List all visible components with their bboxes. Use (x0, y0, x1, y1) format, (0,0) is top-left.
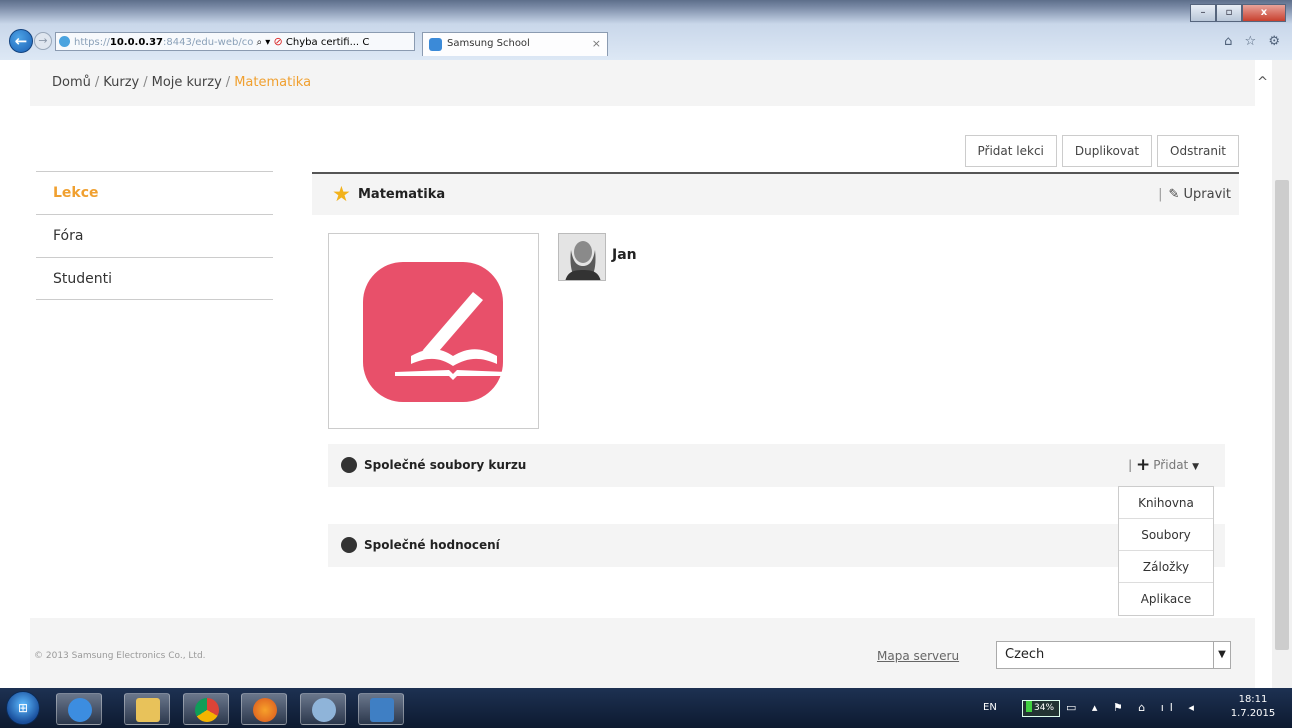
page-scrollbar[interactable] (1272, 60, 1292, 688)
shared-evaluation-title: Společné hodnocení (364, 538, 500, 552)
maximize-button[interactable]: ▫ (1216, 4, 1242, 22)
menu-item-bookmarks[interactable]: Záložky (1119, 551, 1213, 583)
edit-label: Upravit (1183, 187, 1231, 202)
menu-item-apps[interactable]: Aplikace (1119, 583, 1213, 615)
breadcrumb: Domů / Kurzy / Moje kurzy / Matematika (30, 60, 1255, 106)
course-sidebar: Lekce Fóra Studenti (36, 171, 273, 300)
shared-files-title: Společné soubory kurzu (364, 458, 527, 472)
breadcrumb-separator: / (143, 75, 148, 90)
taskbar-firefox[interactable] (241, 693, 287, 725)
breadcrumb-my-courses[interactable]: Moje kurzy (152, 75, 222, 90)
address-host: 10.0.0.37 (109, 37, 164, 48)
chrome-icon (195, 698, 219, 722)
chevron-down-icon[interactable]: ▼ (1213, 642, 1230, 668)
forward-arrow-icon[interactable]: → (34, 32, 52, 50)
certificate-error-label[interactable]: Chyba certifi... (286, 37, 359, 48)
delete-button[interactable]: Odstranit (1157, 135, 1239, 167)
scrollbar-thumb[interactable] (1275, 180, 1289, 650)
page-footer: © 2013 Samsung Electronics Co., Ltd. Map… (30, 618, 1255, 688)
sidebar-item-lessons[interactable]: Lekce (36, 171, 273, 214)
certificate-error-icon[interactable]: ⊘ (274, 35, 283, 48)
start-button[interactable]: ⊞ (6, 691, 40, 725)
system-tray-icons[interactable]: ▭ ▴ ⚑ ⌂ ıl ◂ (1066, 688, 1200, 728)
browser-tab[interactable]: Samsung School × (422, 32, 608, 56)
internet-explorer-icon (68, 698, 92, 722)
clock-time: 18:11 (1238, 694, 1268, 705)
language-value: Czech (1005, 647, 1045, 662)
tab-favicon-icon (429, 38, 442, 51)
search-icon[interactable]: ⌕ ▾ (257, 37, 271, 48)
duplicate-button[interactable]: Duplikovat (1061, 135, 1153, 167)
close-window-button[interactable]: x (1242, 4, 1286, 22)
star-icon[interactable]: ★ (332, 183, 354, 205)
menu-item-files[interactable]: Soubory (1119, 519, 1213, 551)
taskbar-internet-explorer[interactable] (56, 693, 102, 725)
sidebar-item-students[interactable]: Studenti (36, 257, 273, 300)
course-image (328, 233, 539, 429)
add-menu: Knihovna Soubory Záložky Aplikace (1118, 486, 1214, 616)
browser-toolbar: ← → https://10.0.0.37:8443/edu-web/co ⌕ … (0, 0, 1292, 60)
course-toolbar: Přidat lekci Duplikovat Odstranit (964, 135, 1239, 167)
battery-percent: 34% (1034, 703, 1055, 713)
add-label: Přidat (1153, 458, 1189, 472)
taskbar-paint[interactable] (300, 693, 346, 725)
breadcrumb-separator: / (94, 75, 100, 90)
copyright-text: © 2013 Samsung Electronics Co., Ltd. (34, 651, 206, 661)
back-arrow-icon[interactable]: ← (9, 29, 33, 53)
keyboard-language[interactable]: EN (983, 688, 997, 728)
window-controls: – ▫ x (1190, 4, 1286, 22)
portrait-icon (559, 234, 605, 280)
folder-icon (136, 698, 160, 722)
firefox-icon (253, 698, 277, 722)
scroll-up-icon[interactable]: ^ (1257, 75, 1268, 90)
breadcrumb-home[interactable]: Domů (52, 75, 91, 90)
sitemap-link[interactable]: Mapa serveru (877, 618, 959, 694)
breadcrumb-separator: / (225, 75, 231, 90)
add-separator: | (1128, 458, 1133, 472)
teacher-name[interactable]: Jan (612, 247, 637, 263)
shared-files-section: Společné soubory kurzu | + Přidat ▼ (328, 444, 1225, 487)
shared-evaluation-section: Společné hodnocení (328, 524, 1225, 567)
browser-home-favorites-settings-icons[interactable]: ⌂ ☆ ⚙ (1224, 34, 1284, 49)
language-select[interactable]: Czech ▼ (996, 641, 1231, 669)
teacher-avatar[interactable] (558, 233, 606, 281)
address-bar[interactable]: https://10.0.0.37:8443/edu-web/co ⌕ ▾ ⊘ … (55, 32, 415, 51)
files-icon (341, 457, 357, 473)
breadcrumb-current: Matematika (234, 75, 312, 90)
minimize-button[interactable]: – (1190, 4, 1216, 22)
edit-course-link[interactable]: | ✎ Upravit (1158, 174, 1231, 215)
site-icon (59, 36, 70, 47)
tab-title: Samsung School (447, 38, 530, 49)
address-path: :8443/edu-web/co (163, 37, 254, 48)
add-dropdown-toggle[interactable]: | + Přidat ▼ (1128, 444, 1199, 489)
address-scheme: https:// (74, 37, 110, 48)
battery-indicator[interactable]: 34% (1022, 700, 1060, 717)
add-lesson-button[interactable]: Přidat lekci (964, 135, 1057, 167)
battery-level-fill (1026, 701, 1032, 712)
sidebar-item-forums[interactable]: Fóra (36, 214, 273, 257)
breadcrumb-courses[interactable]: Kurzy (103, 75, 139, 90)
taskbar-file-explorer[interactable] (124, 693, 170, 725)
system-clock[interactable]: 18:11 1.7.2015 (1223, 693, 1283, 721)
menu-item-library[interactable]: Knihovna (1119, 487, 1213, 519)
edit-separator: | (1158, 187, 1163, 202)
paint-icon (312, 698, 336, 722)
chevron-down-icon: ▼ (1192, 462, 1199, 472)
course-book-pencil-icon (363, 262, 507, 402)
page-content: Domů / Kurzy / Moje kurzy / Matematika Přidat … (0, 60, 1272, 688)
refresh-icon[interactable]: C (362, 37, 369, 48)
evaluation-icon (341, 537, 357, 553)
taskbar-window[interactable] (358, 693, 404, 725)
window-icon (370, 698, 394, 722)
plus-icon: + (1136, 455, 1151, 475)
taskbar-chrome[interactable] (183, 693, 229, 725)
tab-close-icon[interactable]: × (592, 33, 601, 55)
pencil-icon: ✎ (1168, 187, 1180, 202)
course-header: ★ Matematika | ✎ Upravit (312, 172, 1239, 215)
clock-date: 1.7.2015 (1230, 708, 1276, 719)
course-title: Matematika (358, 187, 446, 202)
windows-taskbar: ⊞ EN 34% ▭ ▴ ⚑ ⌂ ıl ◂ 18:11 1.7.2015 (0, 688, 1292, 728)
